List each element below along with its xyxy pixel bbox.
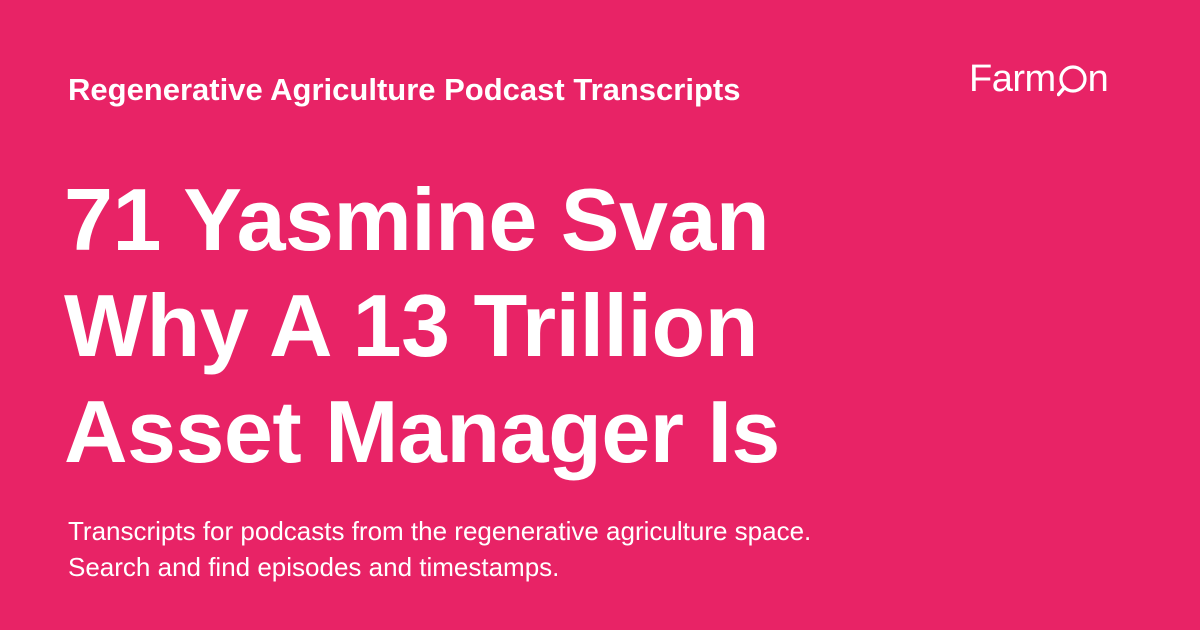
logo-text-end: n [1087, 58, 1109, 100]
magnifier-o-icon [1056, 56, 1087, 102]
episode-title-line: Asset Manager Is [64, 382, 780, 481]
description-line: Transcripts for podcasts from the regene… [68, 516, 812, 546]
logo-text-start: Farm [969, 58, 1056, 100]
episode-title-line: Why A 13 Trillion [64, 276, 758, 375]
episode-title: 71 Yasmine Svan Why A 13 Trillion Asset … [64, 167, 1064, 485]
description-line: Search and find episodes and timestamps. [68, 552, 560, 582]
site-description: Transcripts for podcasts from the regene… [68, 513, 968, 585]
farmon-logo[interactable]: Farm n [969, 56, 1109, 104]
episode-title-line: 71 Yasmine Svan [64, 170, 770, 269]
series-title: Regenerative Agriculture Podcast Transcr… [68, 72, 741, 107]
podcast-share-card: { "card": { "series_title": "Regenerativ… [0, 0, 1200, 630]
